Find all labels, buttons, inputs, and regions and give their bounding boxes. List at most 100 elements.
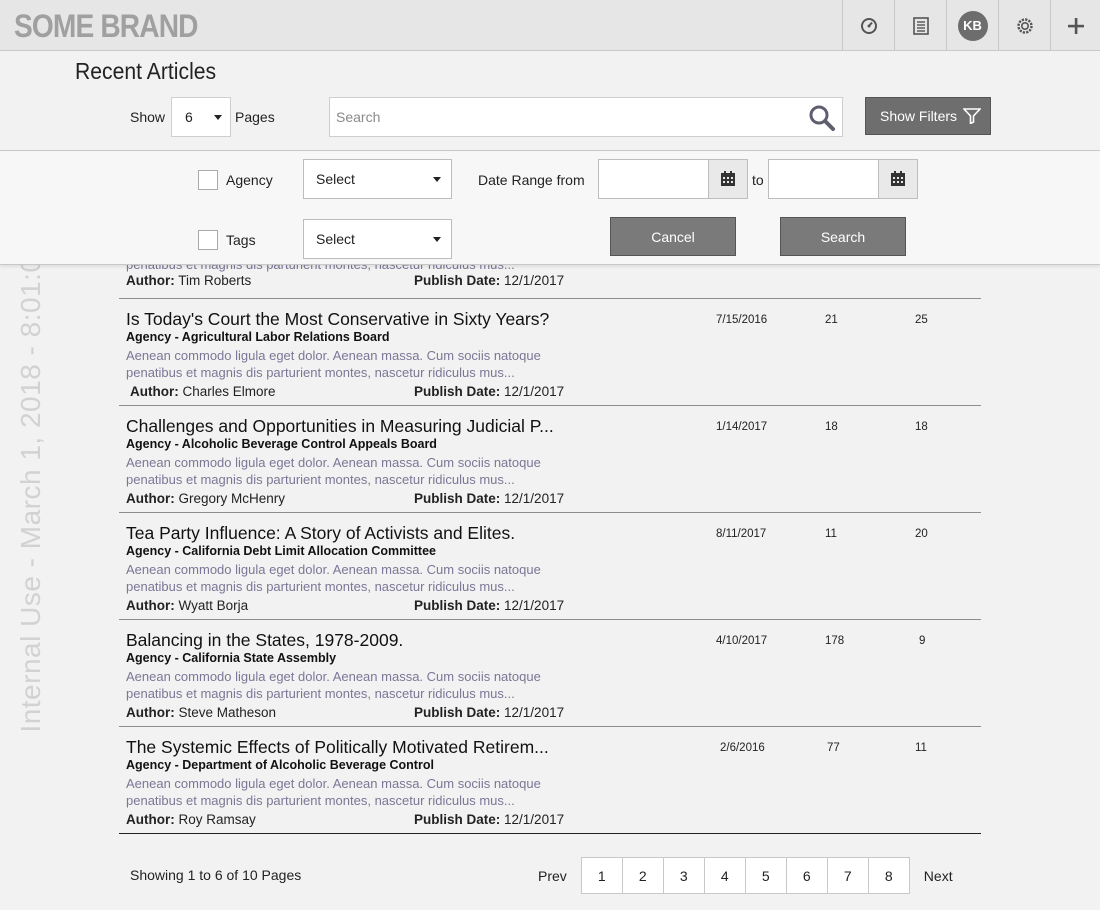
tags-select-value: Select — [316, 231, 355, 247]
date-from-calendar-button[interactable] — [708, 159, 748, 199]
article-title[interactable]: Tea Party Influence: A Story of Activist… — [126, 523, 515, 544]
chevron-down-icon — [214, 115, 222, 120]
showing-count: Showing 1 to 6 of 10 Pages — [130, 867, 302, 883]
settings-button[interactable] — [998, 0, 1050, 51]
search-bar — [329, 97, 843, 137]
user-menu-button[interactable]: KB — [946, 0, 998, 51]
page-title: Recent Articles — [75, 58, 217, 84]
show-label: Show — [130, 109, 166, 125]
articles-button[interactable] — [894, 0, 946, 51]
agency-select[interactable]: Select — [303, 159, 452, 199]
article-excerpt: Aenean commodo ligula eget dolor. Aenean… — [126, 348, 541, 380]
tags-checkbox[interactable] — [198, 230, 218, 250]
article-author: Author: Wyatt Borja — [126, 598, 249, 613]
article-publish-date: Publish Date: 12/1/2017 — [414, 384, 565, 399]
page-link[interactable]: 1 — [580, 857, 623, 894]
dashboard-icon — [860, 17, 877, 34]
article-publish-date: Publish Date: 12/1/2017 — [414, 705, 565, 720]
article-date: 4/10/2017 — [716, 635, 768, 647]
chevron-down-icon — [433, 237, 441, 242]
article-author: Author: Tim Roberts — [126, 273, 252, 288]
agency-label: Agency — [226, 172, 273, 188]
cancel-button[interactable]: Cancel — [610, 217, 736, 256]
article-author: Author: Roy Ramsay — [126, 812, 256, 827]
article-date: 1/14/2017 — [716, 421, 768, 433]
date-to-input[interactable] — [768, 159, 880, 199]
article-agency: Agency - Alcoholic Beverage Control Appe… — [126, 437, 437, 451]
page-link[interactable]: 6 — [785, 857, 828, 894]
article-count-2: 20 — [915, 528, 928, 540]
pages-per-view-select[interactable]: 6 — [171, 97, 231, 137]
dashboard-button[interactable] — [842, 0, 894, 51]
pages-label: Pages — [235, 109, 275, 125]
article-count-2: 9 — [919, 635, 926, 647]
article-agency: Agency - Department of Alcoholic Beverag… — [126, 758, 434, 772]
article-agency: Agency - California State Assembly — [126, 651, 337, 665]
list-item[interactable]: Is Today's Court the Most Conservative i… — [119, 299, 981, 406]
article-count-1: 18 — [825, 421, 838, 433]
prev-page-link[interactable]: Prev — [538, 868, 567, 884]
agency-select-value: Select — [316, 171, 355, 187]
article-agency: Agency - California Debt Limit Allocatio… — [126, 544, 436, 558]
avatar: KB — [957, 10, 988, 41]
article-excerpt: Aenean commodo ligula eget dolor. Aenean… — [126, 669, 541, 701]
article-author: Author: Steve Matheson — [126, 705, 277, 720]
article-publish-date: Publish Date: 12/1/2017 — [414, 598, 565, 613]
article-excerpt: Aenean commodo ligula eget dolor. Aenean… — [126, 455, 541, 487]
article-list: penatibus et magnis dis parturient monte… — [119, 240, 981, 834]
article-publish-date: Publish Date: 12/1/2017 — [414, 491, 565, 506]
article-count-2: 11 — [915, 742, 927, 754]
agency-checkbox[interactable] — [198, 170, 218, 190]
article-agency: Agency - Agricultural Labor Relations Bo… — [126, 330, 390, 344]
article-excerpt: Aenean commodo ligula eget dolor. Aenean… — [126, 562, 541, 594]
gear-icon — [1016, 17, 1033, 34]
article-title[interactable]: Balancing in the States, 1978-2009. — [126, 630, 403, 651]
top-bar: SOME BRAND KB — [0, 0, 1100, 51]
date-range-label: Date Range from — [478, 172, 585, 188]
show-filters-button[interactable]: Show Filters — [865, 97, 991, 135]
list-item[interactable]: Balancing in the States, 1978-2009. Agen… — [119, 620, 981, 727]
article-count-2: 18 — [915, 421, 928, 433]
tags-select[interactable]: Select — [303, 219, 452, 259]
page-link[interactable]: 7 — [826, 857, 869, 894]
search-icon[interactable] — [808, 104, 836, 132]
filter-icon — [963, 108, 982, 124]
filter-panel: Agency Select Tags Select Date Range fro… — [0, 150, 1100, 265]
page-link[interactable]: 8 — [867, 857, 910, 894]
article-date: 2/6/2016 — [720, 742, 765, 754]
watermark: Internal Use - March 1, 2018 - 8:01:00AM — [15, 197, 46, 733]
chevron-down-icon — [433, 177, 441, 182]
next-page-link[interactable]: Next — [924, 868, 953, 884]
list-item[interactable]: Tea Party Influence: A Story of Activist… — [119, 513, 981, 620]
to-label: to — [752, 172, 764, 188]
tags-label: Tags — [226, 232, 256, 248]
list-item[interactable]: The Systemic Effects of Politically Moti… — [119, 727, 981, 834]
article-author: Author: Gregory McHenry — [126, 491, 286, 506]
article-count-2: 25 — [915, 314, 928, 326]
page-link[interactable]: 5 — [744, 857, 787, 894]
article-date: 8/11/2017 — [716, 528, 767, 540]
add-button[interactable] — [1050, 0, 1100, 51]
date-from-input[interactable] — [598, 159, 710, 199]
brand-logo[interactable]: SOME BRAND — [14, 8, 199, 45]
article-publish-date: Publish Date: 12/1/2017 — [414, 812, 565, 827]
article-count-1: 178 — [825, 635, 845, 647]
article-count-1: 77 — [827, 742, 840, 754]
article-title[interactable]: Is Today's Court the Most Conservative i… — [126, 309, 549, 330]
list-icon — [912, 16, 929, 35]
calendar-icon — [891, 171, 905, 186]
date-to-calendar-button[interactable] — [878, 159, 918, 199]
page-link[interactable]: 2 — [621, 857, 664, 894]
article-publish-date: Publish Date: 12/1/2017 — [414, 273, 565, 288]
article-title[interactable]: Challenges and Opportunities in Measurin… — [126, 416, 554, 437]
page-link[interactable]: 3 — [662, 857, 705, 894]
article-date: 7/15/2016 — [716, 314, 768, 326]
plus-icon — [1067, 17, 1084, 34]
calendar-icon — [721, 171, 735, 186]
page-link[interactable]: 4 — [703, 857, 746, 894]
search-input[interactable] — [330, 98, 790, 136]
article-author: Author: Charles Elmore — [130, 384, 276, 399]
article-title[interactable]: The Systemic Effects of Politically Moti… — [126, 737, 549, 758]
list-item[interactable]: Challenges and Opportunities in Measurin… — [119, 406, 981, 513]
filter-search-button[interactable]: Search — [780, 217, 906, 256]
